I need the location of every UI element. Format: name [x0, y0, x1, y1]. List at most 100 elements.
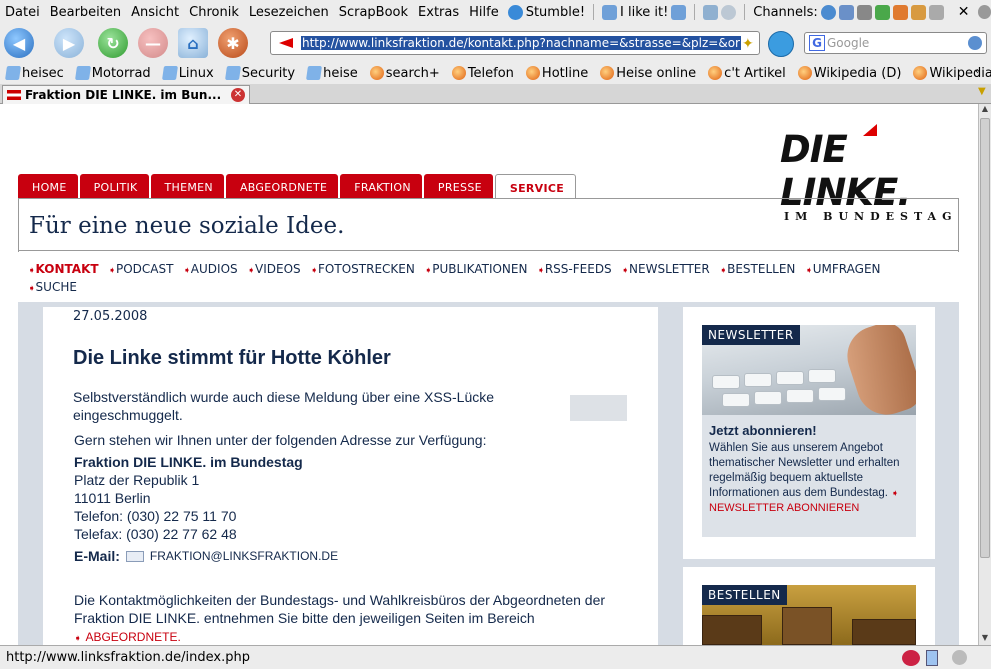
subnav-fotostrecken[interactable]: ➧FOTOSTRECKEN	[310, 262, 414, 276]
menu-ansicht[interactable]: Ansicht	[126, 5, 184, 20]
globe-icon[interactable]	[820, 4, 836, 20]
tv-icon[interactable]	[856, 4, 872, 20]
subnav-suche[interactable]: ➧SUCHE	[28, 280, 77, 294]
noscript-icon[interactable]	[902, 650, 920, 666]
menu-lesezeichen[interactable]: Lesezeichen	[244, 5, 334, 20]
site-tab-themen[interactable]: THEMEN	[150, 174, 224, 198]
drawer	[702, 615, 762, 645]
bookmark-item[interactable]: Motorrad	[70, 66, 151, 81]
pen-icon[interactable]	[928, 4, 944, 20]
bookmark-item[interactable]: search+	[364, 66, 440, 81]
tag-icon	[703, 4, 719, 20]
menu-bearbeiten[interactable]: Bearbeiten	[45, 5, 126, 20]
key	[722, 393, 750, 407]
scrapbook-button[interactable]: ✱	[218, 28, 248, 58]
like-button[interactable]: I like it!	[598, 4, 690, 20]
stop-button[interactable]: —	[138, 28, 168, 58]
url-text[interactable]: http://www.linksfraktion.de/kontakt.php?…	[301, 36, 741, 50]
menu-chronik[interactable]: Chronik	[184, 5, 244, 20]
site-tab-abgeordnete[interactable]: ABGEORDNETE	[225, 174, 339, 198]
address-bar[interactable]: http://www.linksfraktion.de/kontakt.php?…	[270, 31, 760, 55]
abgeordnete-link[interactable]: ABGEORDNETE.	[85, 630, 180, 644]
bookmark-label: Hotline	[541, 65, 589, 81]
browser-tab[interactable]: Fraktion DIE LINKE. im Bun... ✕	[2, 85, 250, 104]
subnav-label: SUCHE	[35, 280, 77, 294]
bookmark-item[interactable]: c't Artikel	[702, 66, 786, 81]
subnav-label: VIDEOS	[255, 262, 301, 276]
bookmark-item[interactable]: Wikipedia (D)	[792, 66, 901, 81]
subnav-kontakt[interactable]: ➧KONTAKT	[28, 262, 99, 276]
shield-icon	[224, 66, 241, 80]
subnav-bestellen[interactable]: ➧BESTELLEN	[720, 262, 796, 276]
vertical-scrollbar[interactable]: ▲ ▼	[978, 104, 991, 645]
menu-extras[interactable]: Extras	[413, 5, 464, 20]
disabled-icon[interactable]	[952, 650, 967, 665]
bookmark-item[interactable]: Hotline	[520, 66, 588, 81]
tab-close-icon[interactable]: ✕	[231, 88, 245, 102]
subnav-videos[interactable]: ➧VIDEOS	[247, 262, 300, 276]
back-button[interactable]: ◀	[4, 28, 34, 58]
search-input[interactable]: G Google	[804, 32, 987, 54]
newsletter-text: Wählen Sie aus unserem Angebot thematisc…	[709, 442, 900, 499]
subnav-newsletter[interactable]: ➧NEWSLETTER	[622, 262, 710, 276]
round-icon	[525, 66, 540, 80]
subnav-audios[interactable]: ➧AUDIOS	[183, 262, 237, 276]
subnav-label: BESTELLEN	[727, 262, 796, 276]
shield-icon	[161, 66, 178, 80]
bookmark-star-icon[interactable]: ✦	[742, 36, 754, 52]
home-button[interactable]: ⌂	[178, 28, 208, 58]
bookmarks-overflow-icon[interactable]: ‹	[975, 66, 979, 77]
site-tab-presse[interactable]: PRESSE	[423, 174, 493, 198]
thumbs-down-icon[interactable]	[671, 4, 687, 20]
newsletter-subscribe-link[interactable]: NEWSLETTER ABONNIEREN	[709, 502, 859, 514]
menu-hilfe[interactable]: Hilfe	[464, 5, 504, 20]
search-engine-icon[interactable]	[968, 36, 982, 50]
people-icon[interactable]	[910, 4, 926, 20]
scroll-up-icon[interactable]: ▲	[979, 104, 991, 116]
site-tab-politik[interactable]: POLITIK	[79, 174, 149, 198]
games-icon[interactable]	[874, 4, 890, 20]
subnav-rss-feeds[interactable]: ➧RSS-FEEDS	[537, 262, 611, 276]
reload-button[interactable]: ↻	[98, 28, 128, 58]
comment-icon[interactable]	[721, 4, 737, 20]
forward-button[interactable]: ▶	[54, 28, 84, 58]
tab-list-icon[interactable]: ▼	[978, 86, 986, 97]
scrapbook-icon: ✱	[226, 33, 240, 53]
site-tab-home[interactable]: HOME	[18, 174, 78, 198]
email-link[interactable]: FRAKTION@LINKSFRAKTION.DE	[150, 547, 338, 565]
music-icon[interactable]	[892, 4, 908, 20]
scroll-down-icon[interactable]: ▼	[979, 633, 991, 645]
subnav-umfragen[interactable]: ➧UMFRAGEN	[805, 262, 880, 276]
scrollbar-thumb[interactable]	[980, 118, 990, 558]
separator	[744, 4, 746, 20]
go-button[interactable]	[768, 31, 794, 57]
site-tab-fraktion[interactable]: FRAKTION	[340, 174, 422, 198]
bookmark-item[interactable]: Security	[220, 66, 295, 81]
subnav-podcast[interactable]: ➧PODCAST	[108, 262, 173, 276]
bookmark-item[interactable]: heisec	[0, 66, 64, 81]
bestellen-box: BESTELLEN	[683, 567, 935, 645]
settings-icon[interactable]	[977, 5, 991, 19]
bookmark-item[interactable]: Heise online	[594, 66, 696, 81]
stumble-button[interactable]: Stumble!	[504, 4, 589, 20]
bottom-text: Die Kontaktmöglichkeiten der Bundestags-…	[74, 592, 606, 626]
subnav-label: PUBLIKATIONEN	[432, 262, 528, 276]
bookmark-item[interactable]: Linux	[157, 66, 214, 81]
channels-label: Channels:	[753, 4, 818, 20]
subnav-label: AUDIOS	[190, 262, 238, 276]
site-tab-service[interactable]: SERVICE	[494, 174, 577, 199]
menu-scrapbook[interactable]: ScrapBook	[334, 5, 413, 20]
subnav-publikationen[interactable]: ➧PUBLIKATIONEN	[425, 262, 528, 276]
tools-icon[interactable]	[838, 4, 854, 20]
article-date: 27.05.2008	[73, 309, 148, 324]
close-icon[interactable]: ✕	[958, 4, 970, 20]
city: 11011 Berlin	[74, 490, 151, 506]
tag-button[interactable]	[699, 4, 740, 20]
placeholder-box	[570, 395, 627, 421]
newsletter-title: Jetzt abonnieren!	[709, 423, 817, 438]
bookmark-label: Telefon	[467, 65, 514, 81]
bookmark-item[interactable]: heise	[301, 66, 358, 81]
menu-datei[interactable]: Datei	[0, 5, 45, 20]
bookmark-item[interactable]: Telefon	[446, 66, 514, 81]
page-icon[interactable]	[926, 650, 938, 666]
